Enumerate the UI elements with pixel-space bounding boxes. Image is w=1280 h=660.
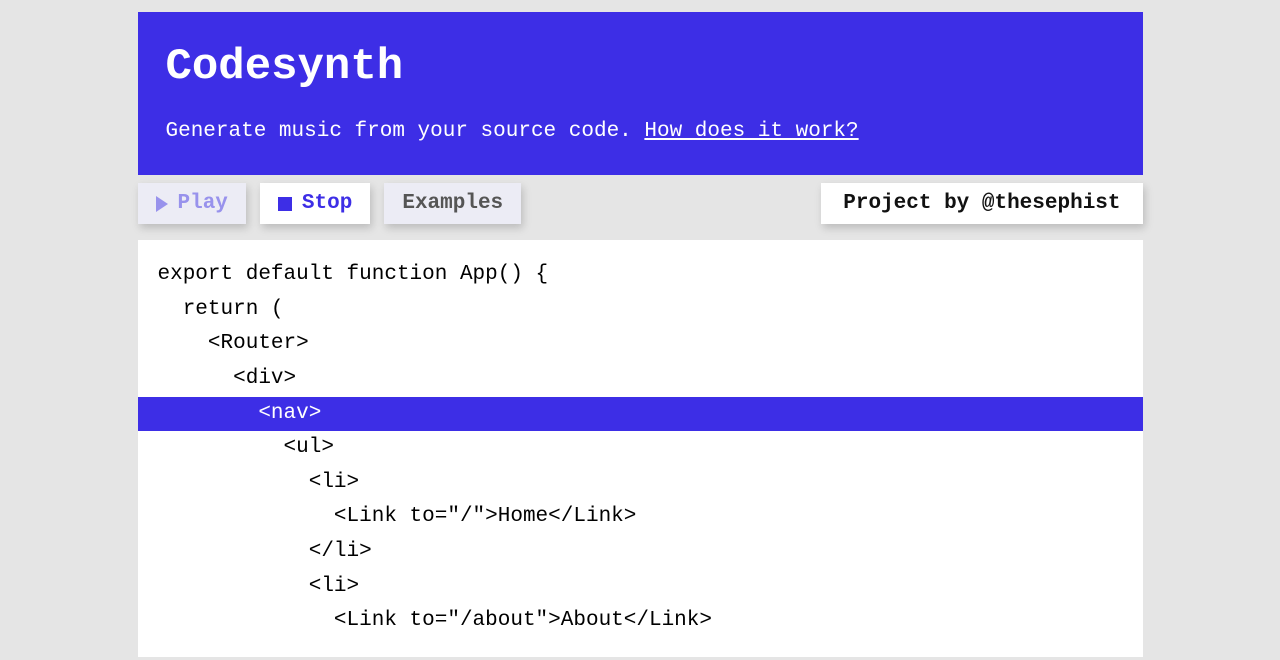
credit-prefix: Project by bbox=[843, 192, 982, 215]
how-it-works-link[interactable]: How does it work? bbox=[644, 120, 858, 143]
stop-label: Stop bbox=[302, 192, 352, 215]
project-credit[interactable]: Project by @thesephist bbox=[821, 183, 1142, 224]
subtitle-text: Generate music from your source code. bbox=[166, 120, 645, 143]
header: Codesynth Generate music from your sourc… bbox=[138, 12, 1143, 175]
toolbar: Play Stop Examples Project by @thesephis… bbox=[138, 183, 1143, 224]
play-icon bbox=[156, 196, 168, 212]
examples-label: Examples bbox=[402, 192, 503, 215]
code-line: <nav> bbox=[138, 397, 1143, 432]
app-title: Codesynth bbox=[166, 42, 1115, 92]
stop-icon bbox=[278, 197, 292, 211]
credit-handle: @thesephist bbox=[982, 192, 1121, 215]
code-line: return ( bbox=[138, 293, 1143, 328]
code-line: <li> bbox=[138, 570, 1143, 605]
play-label: Play bbox=[178, 192, 228, 215]
code-line: <ul> bbox=[138, 431, 1143, 466]
code-line: </li> bbox=[138, 535, 1143, 570]
stop-button[interactable]: Stop bbox=[260, 183, 370, 224]
code-line: <Router> bbox=[138, 327, 1143, 362]
code-line: <Link to="/">Home</Link> bbox=[138, 500, 1143, 535]
examples-button[interactable]: Examples bbox=[384, 183, 521, 224]
code-line: <Link to="/about">About</Link> bbox=[138, 604, 1143, 639]
code-line: <div> bbox=[138, 362, 1143, 397]
code-line: <li> bbox=[138, 466, 1143, 501]
play-button[interactable]: Play bbox=[138, 183, 246, 224]
code-line: export default function App() { bbox=[138, 258, 1143, 293]
app-subtitle: Generate music from your source code. Ho… bbox=[166, 120, 1115, 143]
code-editor[interactable]: export default function App() { return (… bbox=[138, 240, 1143, 657]
